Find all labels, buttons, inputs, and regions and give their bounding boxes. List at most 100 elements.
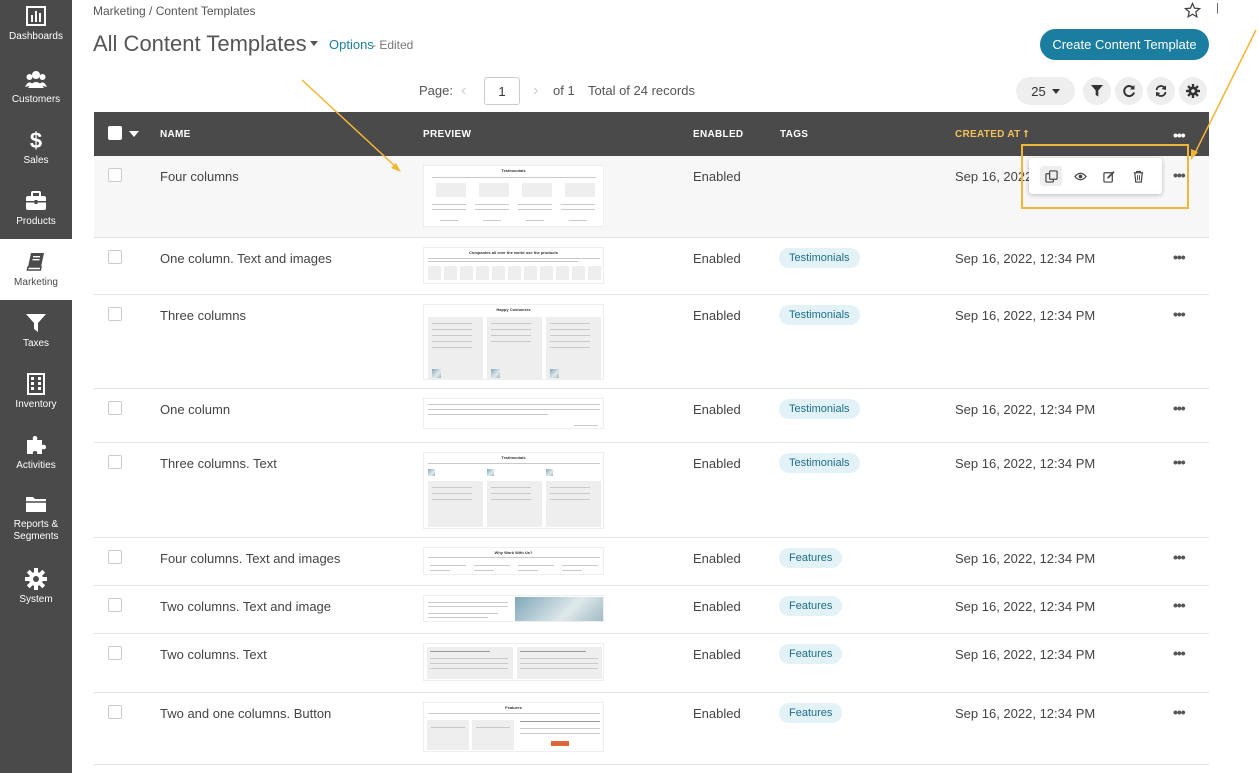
nav-inventory[interactable]: Inventory <box>0 361 72 422</box>
select-menu-caret-icon[interactable] <box>129 131 139 137</box>
nav-label: Marketing <box>14 276 58 288</box>
column-header-enabled[interactable]: ENABLED <box>693 129 743 140</box>
previous-page-icon[interactable]: ‹ <box>461 82 466 100</box>
row-enabled: Enabled <box>693 647 741 662</box>
create-content-template-button[interactable]: Create Content Template <box>1040 29 1209 60</box>
row-more-icon[interactable]: ••• <box>1173 249 1186 265</box>
view-dropdown-caret-icon[interactable] <box>310 41 318 46</box>
column-header-name[interactable]: NAME <box>160 129 191 140</box>
building-icon <box>27 372 45 395</box>
row-tag[interactable]: Testimonials <box>779 248 860 268</box>
table-row[interactable]: Two columns. Text and image Enabled Feat… <box>94 586 1209 634</box>
row-tag[interactable]: Features <box>779 596 843 616</box>
column-header-created-label: CREATED AT <box>955 129 1021 140</box>
nav-marketing[interactable]: Marketing <box>0 239 72 300</box>
nav-label: Inventory <box>15 398 57 410</box>
page-label: Page: <box>419 83 453 98</box>
table-row[interactable]: Four columns. Text and images Why Work W… <box>94 538 1209 586</box>
row-name[interactable]: Three columns <box>160 308 246 323</box>
nav-customers[interactable]: Customers <box>0 56 72 117</box>
row-more-icon[interactable]: ••• <box>1173 454 1186 470</box>
refresh-button[interactable] <box>1115 77 1143 105</box>
nav-dashboards[interactable]: Dashboards <box>0 0 72 47</box>
sync-button[interactable] <box>1147 77 1175 105</box>
column-header-preview: PREVIEW <box>423 129 472 140</box>
options-link[interactable]: Options <box>329 37 374 52</box>
bar-chart-icon <box>26 5 46 26</box>
puzzle-icon <box>27 435 46 454</box>
select-all-checkbox[interactable] <box>108 126 122 140</box>
row-name[interactable]: One column. Text and images <box>160 251 332 266</box>
column-header-created-at[interactable]: CREATED AT ⭡ <box>955 129 1029 140</box>
preview-thumbnail: Testimonials <box>423 165 604 227</box>
edited-label: - Edited <box>372 38 414 52</box>
per-page-select[interactable]: 25 <box>1016 77 1075 105</box>
row-checkbox[interactable] <box>108 401 122 415</box>
next-page-icon[interactable]: › <box>533 82 538 100</box>
sidebar: Dashboards Customers $ Sales Products Ma… <box>0 0 72 773</box>
row-checkbox[interactable] <box>108 455 122 469</box>
nav-activities[interactable]: Activities <box>0 422 72 483</box>
row-more-icon[interactable]: ••• <box>1173 549 1186 565</box>
highlight-annotation <box>1021 144 1189 209</box>
table-row[interactable]: Two columns. Text Enabled Features Sep 1… <box>94 634 1209 693</box>
nav-products[interactable]: Products <box>0 178 72 239</box>
settings-button[interactable] <box>1179 77 1207 105</box>
nav-reports-segments[interactable]: Reports & Segments <box>0 488 72 548</box>
table-row[interactable]: Two and one columns. Button Features Ena… <box>94 693 1209 765</box>
row-checkbox[interactable] <box>108 307 122 321</box>
row-name[interactable]: Four columns. Text and images <box>160 551 340 566</box>
nav-taxes[interactable]: Taxes <box>0 300 72 361</box>
row-tag[interactable]: Testimonials <box>779 453 860 473</box>
row-more-icon[interactable]: ••• <box>1173 400 1186 416</box>
per-page-value: 25 <box>1031 83 1046 99</box>
row-more-icon[interactable]: ••• <box>1173 704 1186 720</box>
nav-sales[interactable]: $ Sales <box>0 117 72 178</box>
preview-thumbnail: Happy Customers <box>423 304 604 380</box>
preview-title: Features <box>505 705 522 710</box>
row-name[interactable]: Two columns. Text <box>160 647 267 662</box>
row-more-icon[interactable]: ••• <box>1173 306 1186 322</box>
row-checkbox[interactable] <box>108 705 122 719</box>
nav-system[interactable]: System <box>0 556 72 617</box>
row-name[interactable]: Four columns <box>160 169 239 184</box>
nav-label: System <box>19 593 53 605</box>
row-tag[interactable]: Features <box>779 703 843 723</box>
row-created-at: Sep 16, 2022, 12:34 PM <box>955 647 1096 662</box>
row-preview <box>423 643 604 681</box>
preview-thumbnail: Companies all over the world use the pro… <box>423 247 604 284</box>
table-row[interactable]: Three columns. Text Testimonials Enabled… <box>94 443 1209 538</box>
page-number-input[interactable] <box>484 77 520 105</box>
row-name[interactable]: Two columns. Text and image <box>160 599 331 614</box>
row-checkbox[interactable] <box>108 250 122 264</box>
breadcrumb[interactable]: Marketing / Content Templates <box>93 4 256 18</box>
table-row[interactable]: One column Enabled Testimonials Sep 16, … <box>94 389 1209 443</box>
chevron-down-icon <box>1051 88 1060 94</box>
row-created-at: Sep 16, 2022, 12:34 PM <box>955 251 1096 266</box>
row-name[interactable]: One column <box>160 402 230 417</box>
row-checkbox[interactable] <box>108 168 122 182</box>
star-icon[interactable] <box>1184 2 1201 19</box>
filter-button[interactable] <box>1083 77 1111 105</box>
row-tag[interactable]: Testimonials <box>779 399 860 419</box>
row-more-icon[interactable]: ••• <box>1173 645 1186 661</box>
table-row[interactable]: Three columns Happy Customers Enabled Te… <box>94 295 1209 389</box>
users-icon <box>25 70 47 88</box>
row-checkbox[interactable] <box>108 550 122 564</box>
nav-label: Customers <box>11 93 61 105</box>
row-tag[interactable]: Testimonials <box>779 305 860 325</box>
table-row[interactable]: One column. Text and images Companies al… <box>94 238 1209 295</box>
row-checkbox[interactable] <box>108 646 122 660</box>
column-header-tags[interactable]: TAGS <box>780 129 808 140</box>
row-checkbox[interactable] <box>108 598 122 612</box>
preview-thumbnail <box>423 643 604 681</box>
folder-icon <box>26 497 46 512</box>
sort-ascending-icon: ⭡ <box>1023 129 1029 140</box>
row-preview <box>423 398 604 429</box>
row-name[interactable]: Three columns. Text <box>160 456 277 471</box>
column-options-icon[interactable]: ••• <box>1173 127 1186 143</box>
row-tag[interactable]: Features <box>779 548 843 568</box>
row-more-icon[interactable]: ••• <box>1173 597 1186 613</box>
row-name[interactable]: Two and one columns. Button <box>160 706 331 721</box>
row-tag[interactable]: Features <box>779 644 843 664</box>
